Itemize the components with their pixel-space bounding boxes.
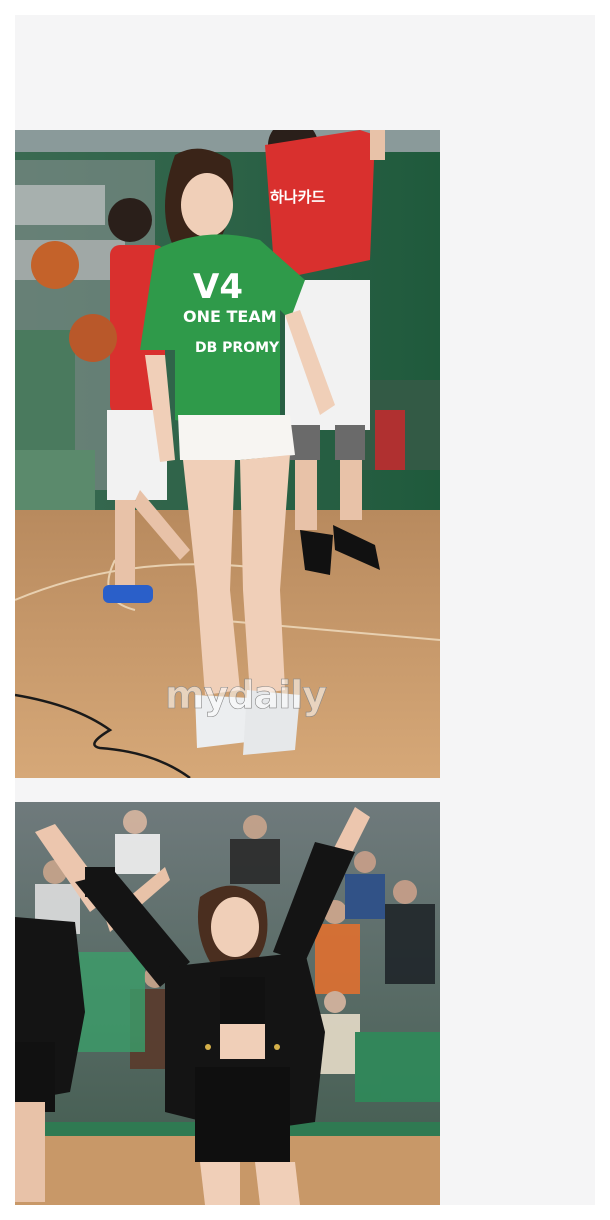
photo-cheerleader-performance-image [15,802,440,1205]
jersey-sponsor-text: 하나카드 [270,188,325,206]
svg-text:ONE TEAM: ONE TEAM [183,307,277,326]
photo-cheerleader-court: 하나카드 V4 ONE TEAM DB PROMY mydaily [15,130,440,778]
photo-cheerleader-court-image: 하나카드 V4 ONE TEAM DB PROMY mydaily [15,130,440,778]
svg-text:DB PROMY: DB PROMY [195,340,280,356]
svg-text:V4: V4 [193,267,243,307]
watermark-text: mydaily [165,673,327,717]
photo-cheerleader-performance [15,802,440,1205]
